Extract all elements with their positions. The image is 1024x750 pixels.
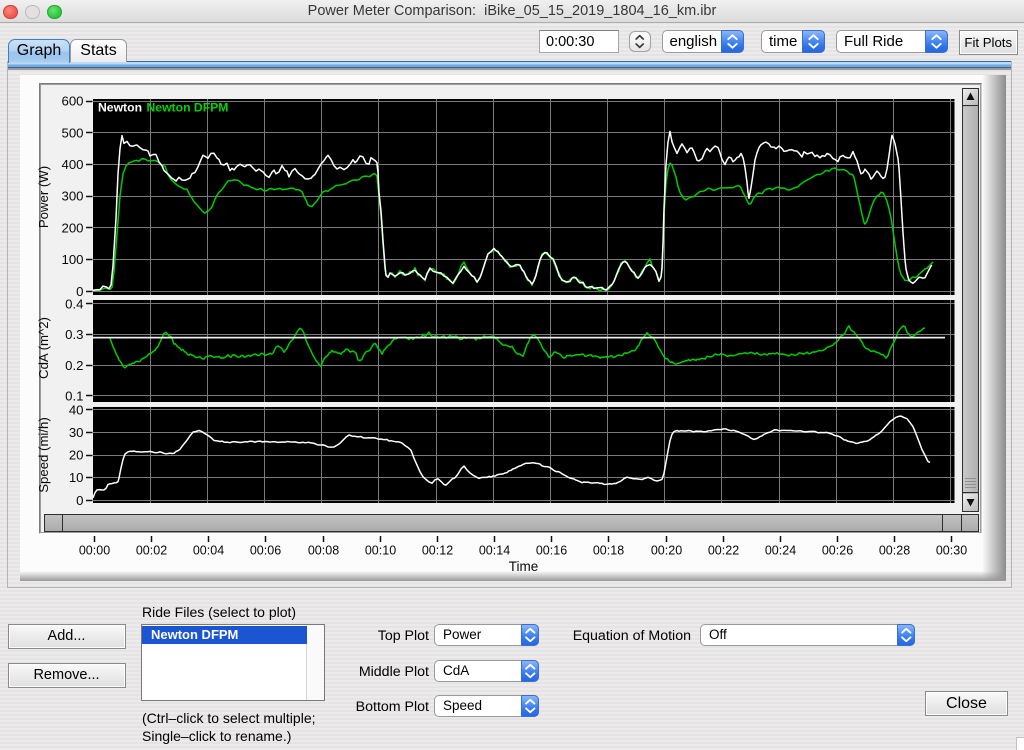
svg-text:0.2: 0.2 [65, 358, 83, 373]
svg-text:00:30: 00:30 [936, 544, 967, 558]
svg-text:Time: Time [509, 559, 539, 574]
svg-text:0.1: 0.1 [65, 389, 83, 404]
svg-text:300: 300 [61, 189, 83, 204]
svg-text:0.3: 0.3 [65, 327, 83, 342]
svg-text:00:20: 00:20 [651, 544, 682, 558]
svg-text:00:02: 00:02 [136, 544, 167, 558]
svg-text:400: 400 [61, 157, 83, 172]
svg-text:00:28: 00:28 [879, 544, 910, 558]
svg-text:Power (W): Power (W) [36, 166, 51, 228]
svg-text:00:14: 00:14 [479, 544, 510, 558]
svg-text:00:10: 00:10 [365, 544, 396, 558]
svg-text:Newton DFPM: Newton DFPM [147, 101, 229, 115]
svg-text:00:04: 00:04 [193, 544, 224, 558]
svg-text:0: 0 [76, 493, 83, 508]
svg-text:00:12: 00:12 [422, 544, 453, 558]
svg-text:00:22: 00:22 [708, 544, 739, 558]
svg-text:10: 10 [69, 470, 84, 485]
svg-text:0.4: 0.4 [65, 296, 83, 311]
svg-text:500: 500 [61, 125, 83, 140]
svg-text:40: 40 [69, 402, 84, 417]
svg-text:Speed (mi/h): Speed (mi/h) [36, 417, 51, 493]
svg-text:600: 600 [61, 94, 83, 109]
svg-text:CdA (m^2): CdA (m^2) [36, 317, 51, 379]
svg-text:00:24: 00:24 [765, 544, 796, 558]
svg-text:100: 100 [61, 252, 83, 267]
svg-text:00:06: 00:06 [250, 544, 281, 558]
svg-text:00:08: 00:08 [308, 544, 339, 558]
svg-text:00:00: 00:00 [79, 544, 110, 558]
svg-text:00:18: 00:18 [593, 544, 624, 558]
svg-text:30: 30 [69, 425, 84, 440]
svg-text:200: 200 [61, 220, 83, 235]
svg-text:00:26: 00:26 [822, 544, 853, 558]
svg-text:Newton: Newton [98, 101, 142, 115]
svg-text:00:16: 00:16 [536, 544, 567, 558]
svg-text:20: 20 [69, 448, 84, 463]
